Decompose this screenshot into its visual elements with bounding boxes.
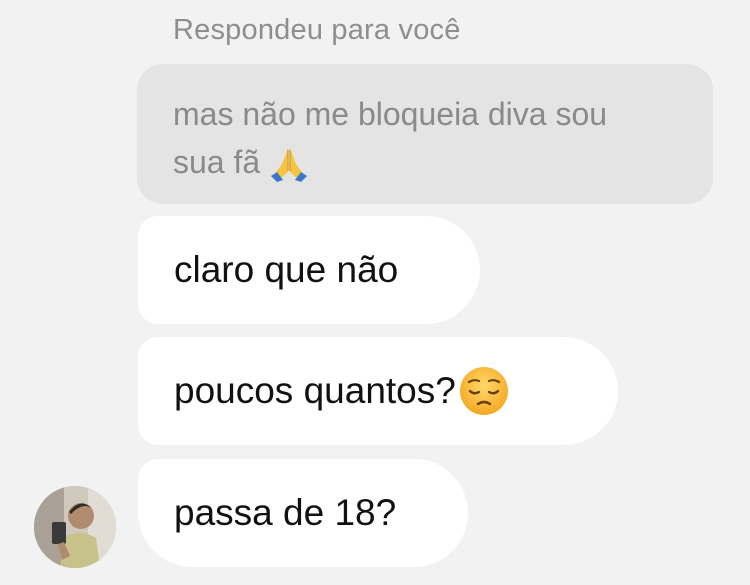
message-bubble-1[interactable]: claro que não xyxy=(138,216,480,324)
message-bubble-2[interactable]: poucos quantos? xyxy=(138,337,618,445)
pensive-face-icon xyxy=(458,365,510,417)
message-text: passa de 18? xyxy=(174,492,397,533)
folded-hands-icon xyxy=(269,141,309,189)
contact-avatar[interactable] xyxy=(34,486,116,568)
reply-header: Respondeu para você xyxy=(173,14,461,46)
quoted-message-text: sua fã xyxy=(173,144,261,180)
message-bubble-3[interactable]: passa de 18? xyxy=(138,459,468,567)
avatar-photo xyxy=(34,486,116,568)
quoted-message-line-2: sua fã xyxy=(173,138,677,189)
quoted-message-line-1: mas não me bloqueia diva sou xyxy=(173,96,608,132)
message-text: claro que não xyxy=(174,249,399,290)
message-text: poucos quantos? xyxy=(174,370,456,411)
quoted-message-bubble[interactable]: mas não me bloqueia diva sou sua fã xyxy=(137,64,713,204)
